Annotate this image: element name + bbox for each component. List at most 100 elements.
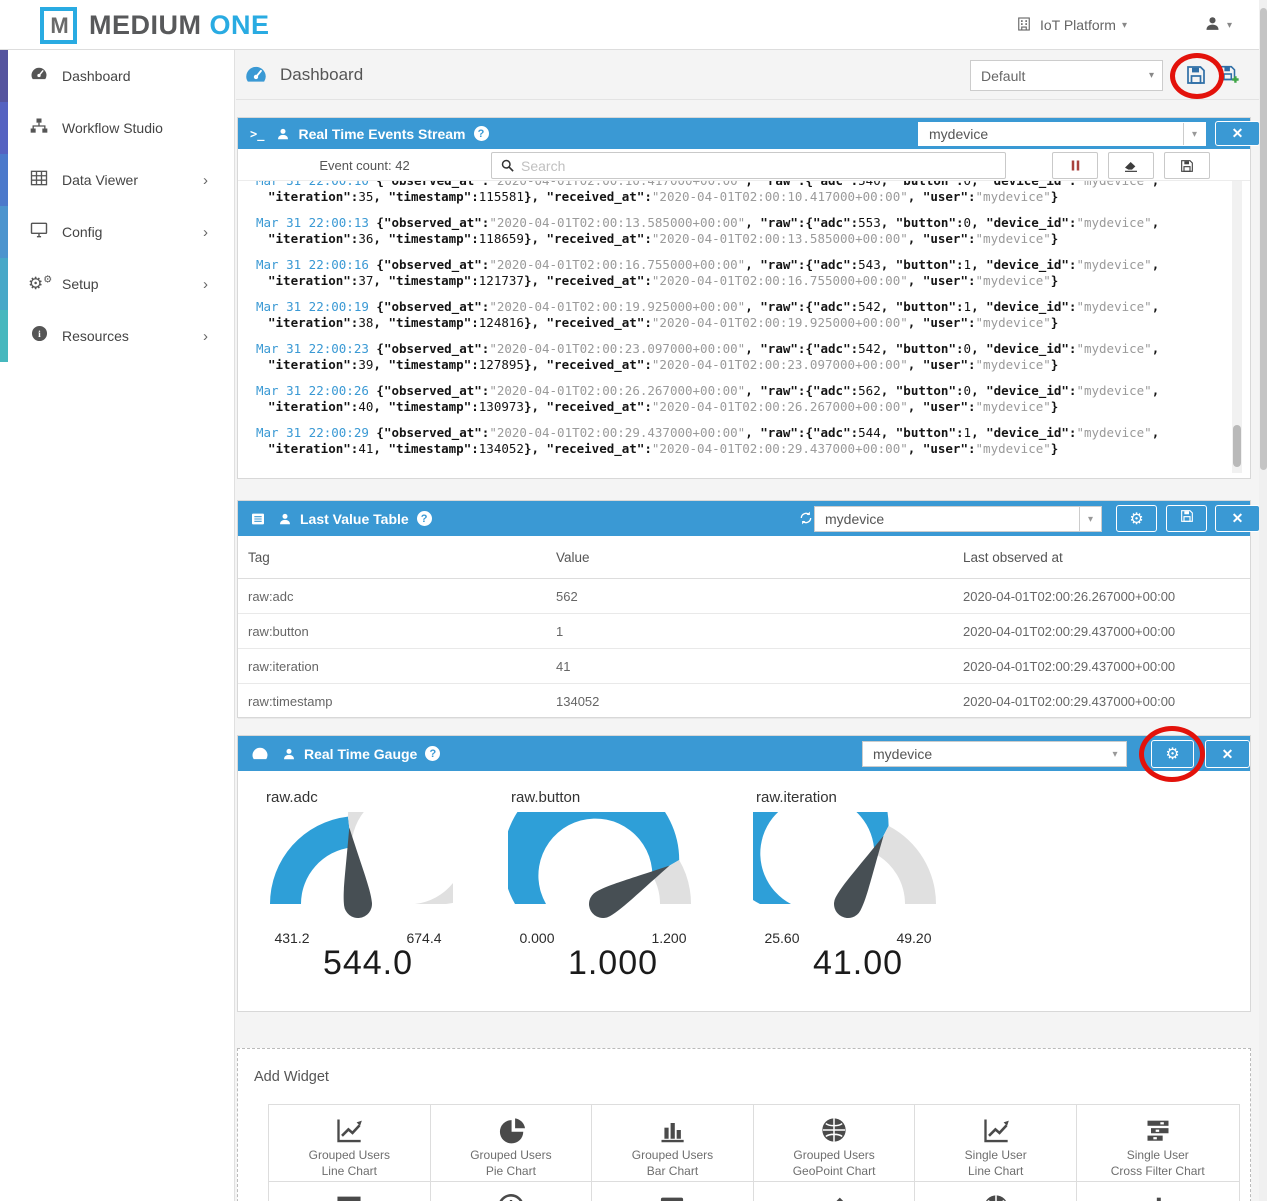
table-row: raw:iteration412020-04-01T02:00:29.43700…: [238, 649, 1250, 684]
log-entry: Mar 31 22:00:10 {"observed_at":"2020-04-…: [256, 181, 1232, 205]
organization-icon: [1015, 15, 1033, 36]
close-widget-button[interactable]: ✕: [1215, 121, 1260, 146]
sidebar-accent-strip: [0, 258, 8, 310]
event-log[interactable]: Mar 31 22:00:10 {"observed_at":"2020-04-…: [238, 181, 1232, 478]
widget-save-button[interactable]: [1166, 505, 1207, 532]
help-icon[interactable]: ?: [417, 511, 432, 526]
add-widget-grouped-users-pie-chart[interactable]: Grouped Users Pie Chart: [431, 1105, 593, 1182]
add-widget-grouped-users-line-chart[interactable]: Grouped UsersLine Chart: [269, 1105, 431, 1182]
pause-stream-button[interactable]: [1052, 152, 1098, 179]
close-icon: ✕: [1232, 510, 1244, 527]
close-icon: ✕: [1222, 746, 1234, 763]
page-scrollbar-thumb[interactable]: [1260, 8, 1267, 470]
gauge-arc: [508, 812, 698, 920]
table-cell: 562: [556, 589, 578, 604]
globe-icon: [982, 1191, 1010, 1201]
save-as-new-dashboard-button[interactable]: [1218, 63, 1242, 87]
gauge-value: 41.00: [763, 944, 953, 983]
device-select[interactable]: mydevice ▾: [918, 122, 1206, 146]
clock-icon: [497, 1191, 525, 1201]
sidebar-accent-strip: [0, 50, 8, 102]
add-widget-single-user-cross-filter-chart[interactable]: Single UserCross Filter Chart: [1077, 1105, 1239, 1182]
table-column-header: Last observed at: [963, 550, 1063, 565]
sidebar-item-resources[interactable]: iResources›: [0, 310, 234, 362]
close-widget-button[interactable]: ✕: [1205, 740, 1250, 768]
gear-icon: ⚙: [1165, 744, 1179, 764]
sidebar-item-setup[interactable]: ⚙⚙Setup›: [0, 258, 234, 310]
sidebar-item-dashboard[interactable]: Dashboard: [0, 50, 234, 102]
page-scrollbar[interactable]: [1259, 0, 1267, 1201]
add-widget-cell-label: Line Chart: [968, 1164, 1023, 1178]
add-widget-cell-label: GeoPoint Chart: [793, 1164, 876, 1178]
user-icon: [1204, 15, 1221, 35]
search-icon: [500, 158, 515, 173]
help-icon[interactable]: ?: [474, 126, 489, 141]
help-icon[interactable]: ?: [425, 746, 440, 761]
add-widget-grouped-users-geopoint-chart[interactable]: Grouped UsersGeoPoint Chart: [754, 1105, 916, 1182]
add-widget-cell[interactable]: [431, 1182, 593, 1201]
widget-settings-button[interactable]: ⚙: [1116, 505, 1157, 532]
widget-settings-button[interactable]: ⚙: [1151, 740, 1194, 768]
save-dashboard-button[interactable]: [1184, 63, 1208, 87]
add-widget-cell-label: Pie Chart: [486, 1164, 536, 1178]
chevron-right-icon: ›: [203, 224, 208, 241]
save-stream-button[interactable]: [1164, 152, 1210, 179]
gauge-label: raw.button: [511, 789, 580, 806]
add-widget-cell-label: Grouped Users: [632, 1148, 713, 1162]
widget-title: Real Time Events Stream: [298, 126, 465, 142]
add-widget-cell[interactable]: [1077, 1182, 1239, 1201]
device-select[interactable]: mydevice ▾: [862, 741, 1127, 767]
page-title: Dashboard: [280, 65, 363, 85]
clear-stream-button[interactable]: [1108, 152, 1154, 179]
close-icon: ✕: [1232, 125, 1244, 142]
add-widget-panel: Add Widget Grouped UsersLine ChartGroupe…: [237, 1048, 1251, 1201]
add-widget-cell[interactable]: [592, 1182, 754, 1201]
event-log-scrollbar-thumb[interactable]: [1233, 425, 1241, 467]
add-widget-cell[interactable]: [754, 1182, 916, 1201]
sidebar-item-label: Resources: [62, 328, 129, 344]
sidebar-item-label: Setup: [62, 276, 99, 292]
add-widget-cell-label: Grouped Users: [470, 1148, 551, 1162]
brand-logo: M MEDIUM ONE: [40, 7, 270, 44]
table-column-header: Value: [556, 550, 590, 565]
grid-table-icon: [335, 1191, 363, 1201]
gauge-label: raw.iteration: [756, 789, 837, 806]
gauge-arc: [753, 812, 943, 920]
search-input[interactable]: [521, 158, 961, 174]
device-select[interactable]: mydevice ▾: [814, 506, 1102, 532]
chevron-down-icon: ▾: [1079, 507, 1101, 531]
table-cell: 2020-04-01T02:00:26.267000+00:00: [963, 589, 1175, 604]
log-entry: Mar 31 22:00:29 {"observed_at":"2020-04-…: [256, 425, 1232, 457]
event-log-scrollbar[interactable]: [1232, 181, 1242, 473]
add-widget-cell[interactable]: [915, 1182, 1077, 1201]
sidebar-item-workflow-studio[interactable]: Workflow Studio: [0, 102, 234, 154]
log-entry: Mar 31 22:00:19 {"observed_at":"2020-04-…: [256, 299, 1232, 331]
platform-label: IoT Platform: [1040, 17, 1116, 33]
chevron-right-icon: ›: [203, 328, 208, 345]
monitor-icon: [658, 1191, 686, 1201]
user-menu[interactable]: ▾: [1204, 0, 1232, 50]
log-entry: Mar 31 22:00:26 {"observed_at":"2020-04-…: [256, 383, 1232, 415]
chevron-down-icon: ▾: [1122, 20, 1127, 31]
add-widget-title: Add Widget: [254, 1069, 329, 1085]
close-widget-button[interactable]: ✕: [1215, 505, 1260, 532]
desktop-icon: [28, 220, 50, 245]
logo-m-icon: M: [40, 7, 77, 44]
refresh-icon[interactable]: [798, 510, 814, 526]
sidebar-item-config[interactable]: Config›: [0, 206, 234, 258]
search-box[interactable]: [491, 152, 1006, 179]
device-select-value: mydevice: [863, 746, 1104, 762]
table-icon: [28, 168, 50, 193]
platform-menu[interactable]: IoT Platform ▾: [1015, 0, 1127, 50]
brand-name: MEDIUM ONE: [89, 10, 270, 41]
sidebar-accent-strip: [0, 154, 8, 206]
add-widget-grouped-users-bar-chart[interactable]: Grouped UsersBar Chart: [592, 1105, 754, 1182]
log-entry: Mar 31 22:00:13 {"observed_at":"2020-04-…: [256, 215, 1232, 247]
add-widget-single-user-line-chart[interactable]: Single UserLine Chart: [915, 1105, 1077, 1182]
add-widget-cell[interactable]: [269, 1182, 431, 1201]
gauge-arc: [263, 812, 453, 920]
table-row: raw:timestamp1340522020-04-01T02:00:29.4…: [238, 684, 1250, 719]
table-cell: 134052: [556, 694, 599, 709]
dashboard-preset-select[interactable]: Default ▾: [970, 60, 1163, 91]
sidebar-item-data-viewer[interactable]: Data Viewer›: [0, 154, 234, 206]
